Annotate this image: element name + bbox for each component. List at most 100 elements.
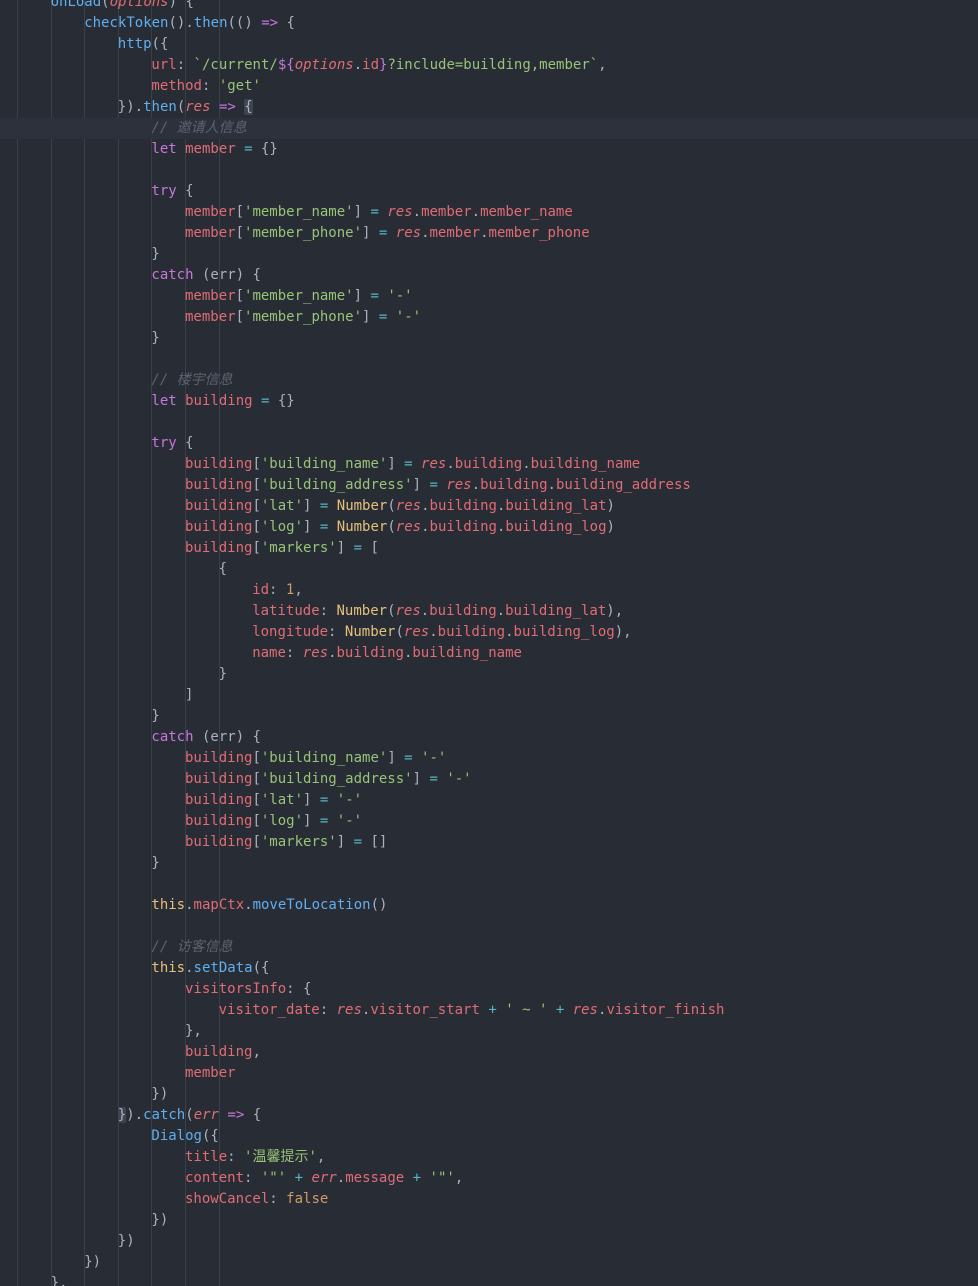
code-token: ] (412, 477, 430, 493)
code-line[interactable]: Dialog({ (0, 1126, 218, 1147)
code-line[interactable]: latitude: Number(res.building.building_l… (0, 601, 623, 622)
code-line[interactable]: let member = {} (0, 139, 277, 160)
code-line[interactable]: building['lat'] = Number(res.building.bu… (0, 496, 615, 517)
code-line[interactable]: } (0, 244, 159, 265)
code-line[interactable]: building['markers'] = [] (0, 832, 387, 853)
code-line[interactable]: name: res.building.building_name (0, 643, 522, 664)
code-token: 'member_name' (244, 288, 354, 304)
code-line[interactable]: // 楼宇信息 (0, 370, 232, 391)
current-code-line[interactable]: // 邀请人信息 (0, 118, 978, 139)
code-line[interactable] (0, 916, 17, 937)
code-line[interactable]: building['building_name'] = '-' (0, 748, 446, 769)
code-line[interactable]: }) (0, 1210, 168, 1231)
code-token: (err) { (193, 729, 261, 745)
code-line[interactable]: }, (0, 1021, 202, 1042)
code-token: ( (185, 1107, 194, 1123)
code-line[interactable]: method: 'get' (0, 76, 261, 97)
code-line[interactable]: member['member_phone'] = '-' (0, 307, 421, 328)
code-line[interactable]: { (0, 559, 227, 580)
code-line[interactable]: this.mapCtx.moveToLocation() (0, 895, 387, 916)
code-token: then (143, 99, 177, 115)
code-line[interactable]: building['markers'] = [ (0, 538, 379, 559)
code-line[interactable]: id: 1, (0, 580, 303, 601)
code-token: : (328, 624, 345, 640)
code-line[interactable]: } (0, 664, 227, 685)
code-token: = (353, 540, 363, 556)
code-line[interactable]: }, (0, 1273, 68, 1286)
code-token: member (429, 225, 481, 241)
code-line[interactable]: url: `/current/${options.id}?include=bui… (0, 55, 606, 76)
code-token: '-' (336, 792, 363, 808)
code-line[interactable]: building, (0, 1042, 261, 1063)
code-line[interactable]: this.setData({ (0, 958, 269, 979)
code-token: 'building_address' (260, 477, 413, 493)
code-line[interactable]: // 访客信息 (0, 937, 232, 958)
code-token: building_name (412, 645, 522, 661)
code-token: ] (303, 813, 320, 829)
code-line[interactable]: member['member_name'] = res.member.membe… (0, 202, 573, 223)
code-token: method (151, 78, 202, 94)
code-line[interactable]: building['lat'] = '-' (0, 790, 362, 811)
code-line[interactable]: let building = {} (0, 391, 294, 412)
code-token: name (252, 645, 286, 661)
code-token: . (429, 624, 438, 640)
code-line[interactable]: building['building_name'] = res.building… (0, 454, 640, 475)
code-token: ( (101, 0, 110, 10)
code-line[interactable]: }) (0, 1231, 135, 1252)
code-line[interactable]: catch (err) { (0, 265, 261, 286)
code-line[interactable]: visitor_date: res.visitor_start + ' ~ ' … (0, 1000, 725, 1021)
code-line[interactable] (0, 349, 17, 370)
code-line[interactable]: longitude: Number(res.building.building_… (0, 622, 631, 643)
code-line[interactable]: showCancel: false (0, 1189, 328, 1210)
code-token: => (227, 1107, 245, 1123)
code-line[interactable]: }) (0, 1084, 168, 1105)
code-line[interactable]: content: '"' + err.message + '"', (0, 1168, 463, 1189)
code-line[interactable]: onLoad(options) { (0, 0, 194, 13)
code-token: 'member_phone' (244, 309, 363, 325)
code-token: ( (387, 498, 396, 514)
code-token: : (319, 1002, 337, 1018)
code-token: [ (252, 498, 261, 514)
code-line[interactable]: building['log'] = Number(res.building.bu… (0, 517, 615, 538)
code-editor[interactable]: onLoad(options) {checkToken().then(() =>… (0, 0, 978, 1286)
code-token: res (395, 519, 422, 535)
code-line[interactable]: }) (0, 1252, 101, 1273)
code-token: 'lat' (260, 498, 304, 514)
code-token: 'log' (260, 519, 304, 535)
code-line[interactable]: }).then(res => { (0, 97, 253, 118)
code-token: '-' (387, 288, 413, 304)
code-line[interactable]: visitorsInfo: { (0, 979, 311, 1000)
code-line[interactable]: } (0, 328, 159, 349)
code-line[interactable]: building['building_address'] = res.build… (0, 475, 691, 496)
code-token: member_phone (488, 225, 590, 241)
code-line[interactable]: } (0, 706, 159, 727)
code-token: let (151, 141, 177, 157)
code-line[interactable] (0, 160, 17, 181)
code-line[interactable]: title: '温馨提示', (0, 1147, 325, 1168)
code-line[interactable]: member['member_phone'] = res.member.memb… (0, 223, 590, 244)
code-line[interactable]: checkToken().then(() => { (0, 13, 295, 34)
code-line[interactable]: member['member_name'] = '-' (0, 286, 413, 307)
code-line[interactable]: ] (0, 685, 193, 706)
code-line[interactable]: try { (0, 181, 193, 202)
code-line[interactable]: catch (err) { (0, 727, 261, 748)
code-token: ({ (252, 960, 270, 976)
code-line[interactable]: building['log'] = '-' (0, 811, 362, 832)
code-line[interactable]: member (0, 1063, 236, 1084)
code-line[interactable]: try { (0, 433, 193, 454)
code-line[interactable] (0, 412, 17, 433)
code-token: res (395, 498, 422, 514)
code-line[interactable]: }).catch(err => { (0, 1105, 261, 1126)
code-line[interactable] (0, 874, 17, 895)
code-token: setData (193, 960, 253, 976)
code-token: ] (303, 792, 320, 808)
code-line[interactable]: } (0, 853, 159, 874)
code-token: . (353, 57, 363, 73)
code-line[interactable]: building['building_address'] = '-' (0, 769, 472, 790)
code-line[interactable]: http({ (0, 34, 169, 55)
code-token: building (480, 477, 548, 493)
